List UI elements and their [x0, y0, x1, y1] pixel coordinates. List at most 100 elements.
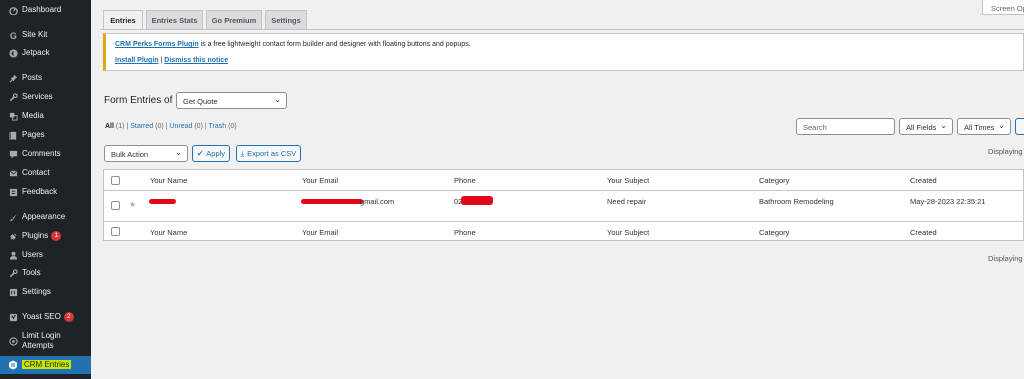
menu-yoast-seo[interactable]: Yoast SEO 2	[0, 311, 91, 323]
col-your-name-footer[interactable]: Your Name	[150, 228, 187, 237]
filter-starred[interactable]: Starred	[130, 123, 153, 130]
menu-feedback[interactable]: Feedback	[0, 186, 91, 198]
wrench-icon	[8, 92, 18, 102]
screen-options-button[interactable]: Screen Op	[982, 0, 1024, 15]
apply-button[interactable]: ✔ Apply	[192, 145, 230, 162]
plugin-icon	[8, 231, 18, 241]
svg-text:G: G	[9, 31, 16, 40]
col-phone-footer[interactable]: Phone	[454, 228, 476, 237]
entry-created: May-28-2023 22:35:21	[910, 197, 986, 206]
redacted-email	[301, 199, 363, 204]
notice-text: is a free lightweight contact form build…	[198, 41, 471, 48]
crm-perks-plugin-link[interactable]: CRM Perks Forms Plugin	[115, 41, 199, 48]
dashboard-icon	[8, 5, 18, 15]
crm-icon	[8, 360, 18, 370]
select-all-checkbox-footer[interactable]	[111, 227, 120, 236]
menu-contact[interactable]: Contact	[0, 167, 91, 179]
user-icon	[8, 250, 18, 260]
yoast-icon	[8, 312, 18, 322]
redacted-name	[149, 199, 176, 204]
menu-media[interactable]: Media	[0, 110, 91, 122]
menu-jetpack[interactable]: Jetpack	[0, 47, 91, 59]
status-filters: All (1) | Starred (0) | Unread (0) | Tra…	[105, 123, 237, 130]
col-your-subject[interactable]: Your Subject	[607, 176, 649, 185]
col-your-email-footer[interactable]: Your Email	[302, 228, 338, 237]
limit-login-icon	[8, 336, 18, 346]
time-select[interactable]: All Times ⌄	[957, 118, 1011, 135]
col-category[interactable]: Category	[759, 176, 789, 185]
col-created[interactable]: Created	[910, 176, 937, 185]
col-your-subject-footer[interactable]: Your Subject	[607, 228, 649, 237]
col-created-footer[interactable]: Created	[910, 228, 937, 237]
tab-entries-stats[interactable]: Entries Stats	[146, 10, 203, 30]
col-your-name[interactable]: Your Name	[150, 176, 187, 185]
comment-icon	[8, 149, 18, 159]
filter-trash[interactable]: Trash	[209, 123, 227, 130]
menu-comments[interactable]: Comments	[0, 148, 91, 160]
tab-settings[interactable]: Settings	[265, 10, 307, 30]
field-select[interactable]: All Fields ⌄	[899, 118, 953, 135]
menu-crm-entries[interactable]: CRM Entries	[0, 356, 91, 374]
check-icon: ✔	[196, 149, 204, 158]
col-category-footer[interactable]: Category	[759, 228, 789, 237]
menu-tools[interactable]: Tools	[0, 267, 91, 279]
row-checkbox[interactable]	[111, 201, 120, 210]
plugin-notice: CRM Perks Forms Plugin is a free lightwe…	[103, 33, 1024, 71]
tab-go-premium[interactable]: Go Premium	[206, 10, 262, 30]
media-icon	[8, 111, 18, 121]
jetpack-icon	[8, 48, 18, 58]
dismiss-notice-link[interactable]: Dismiss this notice	[164, 57, 228, 64]
pin-icon	[8, 73, 18, 83]
admin-sidebar: Dashboard G Site Kit Jetpack Posts Servi…	[0, 0, 91, 379]
feedback-icon	[8, 187, 18, 197]
menu-appearance[interactable]: Appearance	[0, 211, 91, 223]
entries-table: Your Name Your Email Phone Your Subject …	[103, 169, 1024, 241]
search-button[interactable]	[1015, 118, 1024, 135]
entry-email: gmail.com	[360, 197, 395, 206]
table-header: Your Name Your Email Phone Your Subject …	[104, 170, 1024, 191]
tab-divider	[100, 29, 1024, 30]
page-title: Form Entries of	[104, 95, 173, 106]
table-row[interactable]: ★ gmail.com 02 Need repair Bathroom Remo…	[104, 191, 1024, 221]
redacted-phone	[461, 196, 493, 205]
install-plugin-link[interactable]: Install Plugin	[115, 57, 159, 64]
export-csv-button[interactable]: ⤓ Export as CSV	[236, 145, 301, 162]
chevron-down-icon: ⌄	[274, 95, 281, 104]
download-icon: ⤓	[240, 148, 245, 158]
search-input[interactable]: Search	[796, 118, 895, 135]
filter-unread[interactable]: Unread	[169, 123, 192, 130]
select-all-checkbox[interactable]	[111, 176, 120, 185]
entry-category: Bathroom Remodeling	[759, 197, 834, 206]
yoast-label: Yoast SEO	[22, 312, 61, 322]
menu-users[interactable]: Users	[0, 249, 91, 261]
filter-all[interactable]: All	[105, 123, 114, 130]
menu-pages[interactable]: Pages	[0, 129, 91, 141]
col-phone[interactable]: Phone	[454, 176, 476, 185]
crm-entries-label: CRM Entries	[22, 360, 72, 369]
menu-posts[interactable]: Posts	[0, 72, 91, 84]
brush-icon	[8, 212, 18, 222]
col-your-email[interactable]: Your Email	[302, 176, 338, 185]
settings-icon	[8, 287, 18, 297]
displaying-count-bottom: Displaying	[988, 254, 1023, 263]
yoast-notification-badge: 2	[63, 311, 74, 322]
menu-site-kit[interactable]: G Site Kit	[0, 29, 91, 41]
plugins-update-badge: 1	[51, 230, 62, 241]
form-select[interactable]: Get Quote ⌄	[176, 92, 287, 109]
star-icon[interactable]: ★	[129, 200, 136, 209]
bulk-action-select[interactable]: Bulk Action ⌄	[104, 145, 188, 162]
entry-subject: Need repair	[607, 197, 647, 206]
notice-separator: |	[160, 57, 163, 64]
menu-limit-login-attempts[interactable]: Limit Login Attempts	[0, 331, 91, 351]
menu-settings[interactable]: Settings	[0, 286, 91, 298]
tab-entries[interactable]: Entries	[103, 10, 143, 30]
table-footer: Your Name Your Email Phone Your Subject …	[104, 221, 1024, 241]
plugins-label: Plugins	[22, 231, 49, 241]
menu-plugins[interactable]: Plugins 1	[0, 230, 91, 242]
chevron-down-icon: ⌄	[998, 121, 1005, 130]
chevron-down-icon: ⌄	[940, 121, 947, 130]
site-kit-icon: G	[8, 30, 18, 40]
menu-services[interactable]: Services	[0, 91, 91, 103]
pages-icon	[8, 130, 18, 140]
displaying-count-top: Displaying	[988, 147, 1023, 156]
